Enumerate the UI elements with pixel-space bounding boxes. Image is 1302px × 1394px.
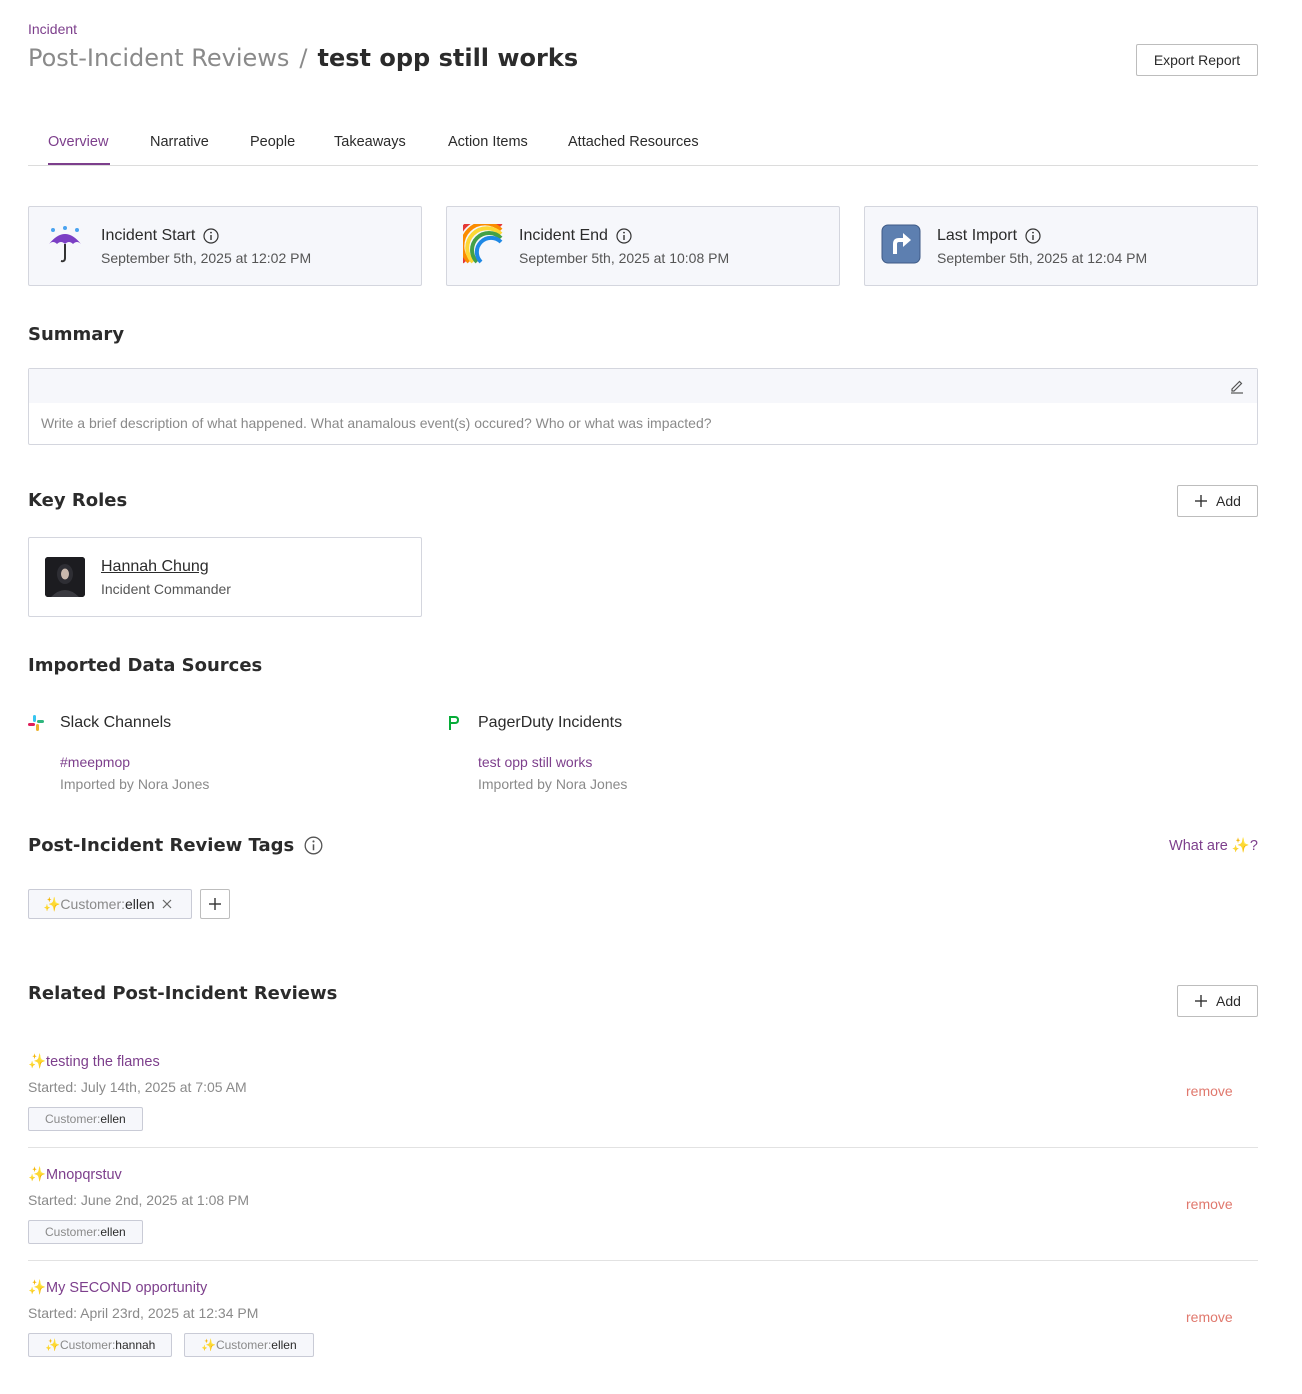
related-review-title[interactable]: ✨Mnopqrstuv (28, 1166, 122, 1183)
tag-key: Customer: (45, 1225, 101, 1239)
incident-start-value: September 5th, 2025 at 12:02 PM (101, 250, 312, 266)
plus-icon (209, 898, 221, 910)
active-tab-indicator (48, 163, 110, 165)
tab-action-items[interactable]: Action Items (448, 134, 528, 150)
title-current: test opp still works (317, 44, 579, 72)
tab-takeaways[interactable]: Takeaways (334, 134, 406, 150)
what-are-sparkles-link[interactable]: What are ✨? (1169, 837, 1258, 854)
slack-icon (28, 715, 44, 731)
data-sources-heading: Imported Data Sources (28, 655, 263, 676)
page-title: Post-Incident Reviews / test opp still w… (28, 44, 578, 72)
slack-source-title: Slack Channels (60, 714, 172, 731)
slack-imported-by: Imported by Nora Jones (60, 776, 210, 792)
summary-toolbar (29, 369, 1257, 403)
last-import-text: Last Import (937, 227, 1018, 244)
summary-editor[interactable]: Write a brief description of what happen… (28, 368, 1258, 445)
tab-narrative[interactable]: Narrative (150, 134, 209, 150)
pagerduty-incident-link[interactable]: test opp still works (478, 754, 592, 770)
tab-people[interactable]: People (250, 134, 295, 150)
related-review-date: Started: June 2nd, 2025 at 1:08 PM (28, 1192, 250, 1208)
pagerduty-icon (449, 716, 459, 730)
incident-end-card: Incident End September 5th, 2025 at 10:0… (446, 206, 840, 286)
info-icon[interactable] (616, 228, 632, 244)
plus-icon (1195, 495, 1208, 507)
related-review-tag: ✨Customer: hannah (28, 1333, 173, 1357)
divider (28, 1260, 1258, 1261)
incident-end-text: Incident End (519, 227, 608, 244)
umbrella-rain-icon (45, 224, 85, 264)
tag-key: Customer: (45, 1112, 101, 1126)
incident-start-text: Incident Start (101, 227, 196, 244)
role-card: Hannah Chung Incident Commander (28, 537, 422, 617)
last-import-label: Last Import (937, 227, 1041, 245)
remove-related-button[interactable]: remove (1186, 1083, 1233, 1099)
pagerduty-source-title: PagerDuty Incidents (478, 714, 623, 731)
tab-overview[interactable]: Overview (48, 134, 108, 150)
tag-key: ✨Customer: (45, 1338, 116, 1352)
tab-attached-resources[interactable]: Attached Resources (568, 134, 699, 150)
tag-value: hannah (115, 1338, 156, 1352)
add-role-button[interactable]: Add (1177, 485, 1258, 517)
incident-start-card: Incident Start September 5th, 2025 at 12… (28, 206, 422, 286)
related-review-tag: Customer: ellen (28, 1107, 143, 1131)
arrow-up-right-icon (881, 224, 921, 264)
tag-value: ellen (125, 896, 155, 912)
tag-key: ✨Customer: (43, 895, 126, 912)
avatar (45, 557, 85, 597)
related-review-tag: ✨Customer: ellen (184, 1333, 314, 1357)
incident-end-value: September 5th, 2025 at 10:08 PM (519, 250, 730, 266)
role-person-name[interactable]: Hannah Chung (101, 558, 209, 576)
close-icon[interactable] (161, 898, 173, 910)
info-icon[interactable] (203, 228, 219, 244)
info-icon[interactable] (304, 836, 323, 855)
remove-related-button[interactable]: remove (1186, 1309, 1233, 1325)
summary-heading: Summary (28, 324, 125, 345)
related-review-title[interactable]: ✨My SECOND opportunity (28, 1279, 207, 1296)
add-tag-button[interactable] (200, 889, 230, 919)
review-tag: ✨Customer: ellen (28, 889, 192, 919)
tab-bar: Overview Narrative People Takeaways Acti… (28, 120, 1258, 166)
tag-value: ellen (100, 1112, 126, 1126)
title-parent-link[interactable]: Post-Incident Reviews (28, 44, 289, 72)
role-title: Incident Commander (101, 581, 231, 597)
tag-value: ellen (100, 1225, 126, 1239)
add-related-label: Add (1216, 993, 1241, 1009)
related-review-date: Started: July 14th, 2025 at 7:05 AM (28, 1079, 247, 1095)
info-icon[interactable] (1025, 228, 1041, 244)
pagerduty-imported-by: Imported by Nora Jones (478, 776, 628, 792)
tag-key: ✨Customer: (201, 1338, 272, 1352)
add-role-label: Add (1216, 493, 1241, 509)
incident-end-label: Incident End (519, 227, 632, 245)
divider (28, 1147, 1258, 1148)
related-review-tag: Customer: ellen (28, 1220, 143, 1244)
summary-placeholder: Write a brief description of what happen… (41, 415, 712, 431)
related-reviews-heading: Related Post-Incident Reviews (28, 983, 338, 1004)
remove-related-button[interactable]: remove (1186, 1196, 1233, 1212)
title-separator: / (299, 44, 308, 72)
export-report-button[interactable]: Export Report (1136, 44, 1258, 76)
pencil-icon[interactable] (1229, 378, 1245, 394)
plus-icon (1195, 995, 1208, 1007)
related-review-date: Started: April 23rd, 2025 at 12:34 PM (28, 1305, 259, 1321)
tag-value: ellen (271, 1338, 297, 1352)
key-roles-heading: Key Roles (28, 490, 128, 511)
review-tags-heading-text: Post-Incident Review Tags (28, 835, 295, 856)
slack-channel-link[interactable]: #meepmop (60, 754, 130, 770)
review-tags-heading: Post-Incident Review Tags (28, 835, 323, 856)
rainbow-icon (455, 216, 503, 264)
related-review-title[interactable]: ✨testing the flames (28, 1053, 160, 1070)
last-import-card: Last Import September 5th, 2025 at 12:04… (864, 206, 1258, 286)
last-import-value: September 5th, 2025 at 12:04 PM (937, 250, 1148, 266)
breadcrumb-incident[interactable]: Incident (28, 21, 77, 37)
incident-start-label: Incident Start (101, 227, 219, 245)
add-related-button[interactable]: Add (1177, 985, 1258, 1017)
